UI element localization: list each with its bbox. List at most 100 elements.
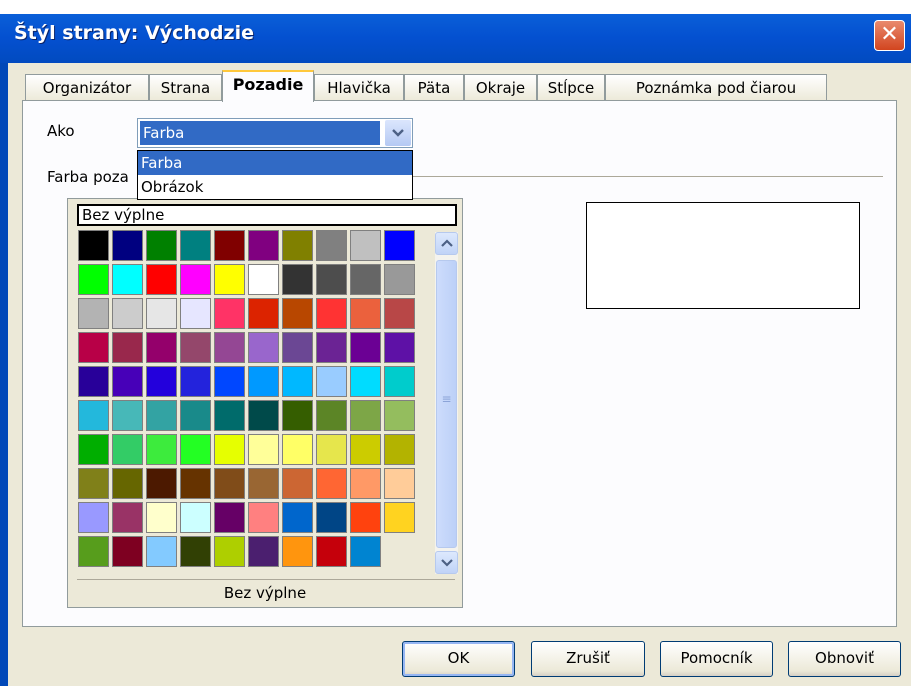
color-swatch[interactable] bbox=[248, 366, 279, 397]
color-swatch[interactable] bbox=[316, 468, 347, 499]
color-swatch[interactable] bbox=[248, 400, 279, 431]
ok-button[interactable]: OK bbox=[402, 641, 515, 677]
color-swatch[interactable] bbox=[350, 536, 381, 567]
color-swatch[interactable] bbox=[214, 434, 245, 465]
color-swatch[interactable] bbox=[78, 366, 109, 397]
color-swatch[interactable] bbox=[146, 536, 177, 567]
color-swatch[interactable] bbox=[146, 366, 177, 397]
color-swatch[interactable] bbox=[180, 400, 211, 431]
color-swatch[interactable] bbox=[316, 434, 347, 465]
color-swatch[interactable] bbox=[180, 366, 211, 397]
color-swatch[interactable] bbox=[214, 468, 245, 499]
color-swatch[interactable] bbox=[78, 264, 109, 295]
color-swatch[interactable] bbox=[316, 264, 347, 295]
color-swatch[interactable] bbox=[316, 536, 347, 567]
color-swatch[interactable] bbox=[282, 332, 313, 363]
color-swatch[interactable] bbox=[384, 298, 415, 329]
color-swatch[interactable] bbox=[248, 502, 279, 533]
color-swatch[interactable] bbox=[248, 332, 279, 363]
color-swatch[interactable] bbox=[282, 468, 313, 499]
color-swatch[interactable] bbox=[316, 332, 347, 363]
as-combobox[interactable]: Farba bbox=[137, 118, 413, 148]
help-button[interactable]: Pomocník bbox=[660, 641, 773, 677]
tab-organizator[interactable]: Organizátor bbox=[25, 74, 149, 101]
color-swatch[interactable] bbox=[146, 400, 177, 431]
color-swatch[interactable] bbox=[350, 434, 381, 465]
color-swatch[interactable] bbox=[214, 366, 245, 397]
color-swatch[interactable] bbox=[146, 434, 177, 465]
color-swatch[interactable] bbox=[282, 230, 313, 261]
color-swatch[interactable] bbox=[112, 468, 143, 499]
color-swatch[interactable] bbox=[146, 332, 177, 363]
color-swatch[interactable] bbox=[384, 468, 415, 499]
color-swatch[interactable] bbox=[350, 468, 381, 499]
reset-button[interactable]: Obnoviť bbox=[788, 641, 901, 677]
color-swatch[interactable] bbox=[146, 264, 177, 295]
color-swatch[interactable] bbox=[248, 264, 279, 295]
color-swatch[interactable] bbox=[384, 400, 415, 431]
color-swatch[interactable] bbox=[146, 298, 177, 329]
color-swatch[interactable] bbox=[214, 502, 245, 533]
color-swatch[interactable] bbox=[384, 366, 415, 397]
color-swatch[interactable] bbox=[248, 536, 279, 567]
color-swatch[interactable] bbox=[248, 230, 279, 261]
color-swatch[interactable] bbox=[248, 468, 279, 499]
no-fill-option[interactable]: Bez výplne bbox=[77, 204, 457, 226]
color-swatch[interactable] bbox=[112, 230, 143, 261]
scroll-down-button[interactable] bbox=[435, 551, 458, 574]
color-swatch[interactable] bbox=[78, 434, 109, 465]
color-swatch[interactable] bbox=[350, 366, 381, 397]
color-swatch[interactable] bbox=[180, 230, 211, 261]
color-swatch[interactable] bbox=[180, 332, 211, 363]
color-swatch[interactable] bbox=[350, 298, 381, 329]
color-swatch[interactable] bbox=[112, 366, 143, 397]
color-swatch[interactable] bbox=[78, 502, 109, 533]
color-swatch[interactable] bbox=[146, 468, 177, 499]
color-swatch[interactable] bbox=[214, 298, 245, 329]
color-swatch[interactable] bbox=[282, 502, 313, 533]
tab-strana[interactable]: Strana bbox=[149, 74, 222, 101]
color-swatch[interactable] bbox=[214, 264, 245, 295]
color-swatch[interactable] bbox=[350, 230, 381, 261]
color-swatch[interactable] bbox=[78, 536, 109, 567]
color-swatch[interactable] bbox=[316, 366, 347, 397]
color-swatch[interactable] bbox=[350, 502, 381, 533]
color-swatch[interactable] bbox=[180, 434, 211, 465]
color-swatch[interactable] bbox=[316, 502, 347, 533]
tab-okraje[interactable]: Okraje bbox=[464, 74, 537, 101]
color-swatch[interactable] bbox=[180, 536, 211, 567]
color-swatch[interactable] bbox=[112, 298, 143, 329]
color-swatch[interactable] bbox=[350, 400, 381, 431]
close-button[interactable]: ✕ bbox=[874, 20, 905, 51]
color-swatch[interactable] bbox=[78, 332, 109, 363]
color-swatch[interactable] bbox=[282, 264, 313, 295]
dropdown-option-obrazok[interactable]: Obrázok bbox=[138, 175, 412, 199]
color-swatch[interactable] bbox=[112, 400, 143, 431]
tab-poznamka-pod-ciarou[interactable]: Poznámka pod čiarou bbox=[605, 74, 827, 101]
color-swatch[interactable] bbox=[112, 536, 143, 567]
color-swatch[interactable] bbox=[214, 230, 245, 261]
color-swatch[interactable] bbox=[112, 502, 143, 533]
color-swatch[interactable] bbox=[146, 230, 177, 261]
chevron-down-icon[interactable] bbox=[385, 120, 411, 146]
color-swatch[interactable] bbox=[214, 400, 245, 431]
cancel-button[interactable]: Zrušiť bbox=[531, 641, 645, 677]
color-swatch[interactable] bbox=[384, 434, 415, 465]
color-swatch[interactable] bbox=[248, 298, 279, 329]
color-swatch[interactable] bbox=[384, 264, 415, 295]
color-swatch[interactable] bbox=[78, 400, 109, 431]
color-swatch[interactable] bbox=[180, 298, 211, 329]
color-swatch[interactable] bbox=[350, 264, 381, 295]
tab-stlpce[interactable]: Stĺpce bbox=[537, 74, 605, 101]
color-swatch[interactable] bbox=[78, 298, 109, 329]
color-swatch[interactable] bbox=[282, 434, 313, 465]
color-swatch[interactable] bbox=[384, 332, 415, 363]
color-swatch[interactable] bbox=[350, 332, 381, 363]
color-swatch[interactable] bbox=[112, 264, 143, 295]
tab-pozadie[interactable]: Pozadie bbox=[222, 70, 314, 102]
color-swatch[interactable] bbox=[78, 230, 109, 261]
color-swatch[interactable] bbox=[282, 536, 313, 567]
color-swatch[interactable] bbox=[146, 502, 177, 533]
color-swatch[interactable] bbox=[384, 230, 415, 261]
tab-pata[interactable]: Päta bbox=[404, 74, 464, 101]
